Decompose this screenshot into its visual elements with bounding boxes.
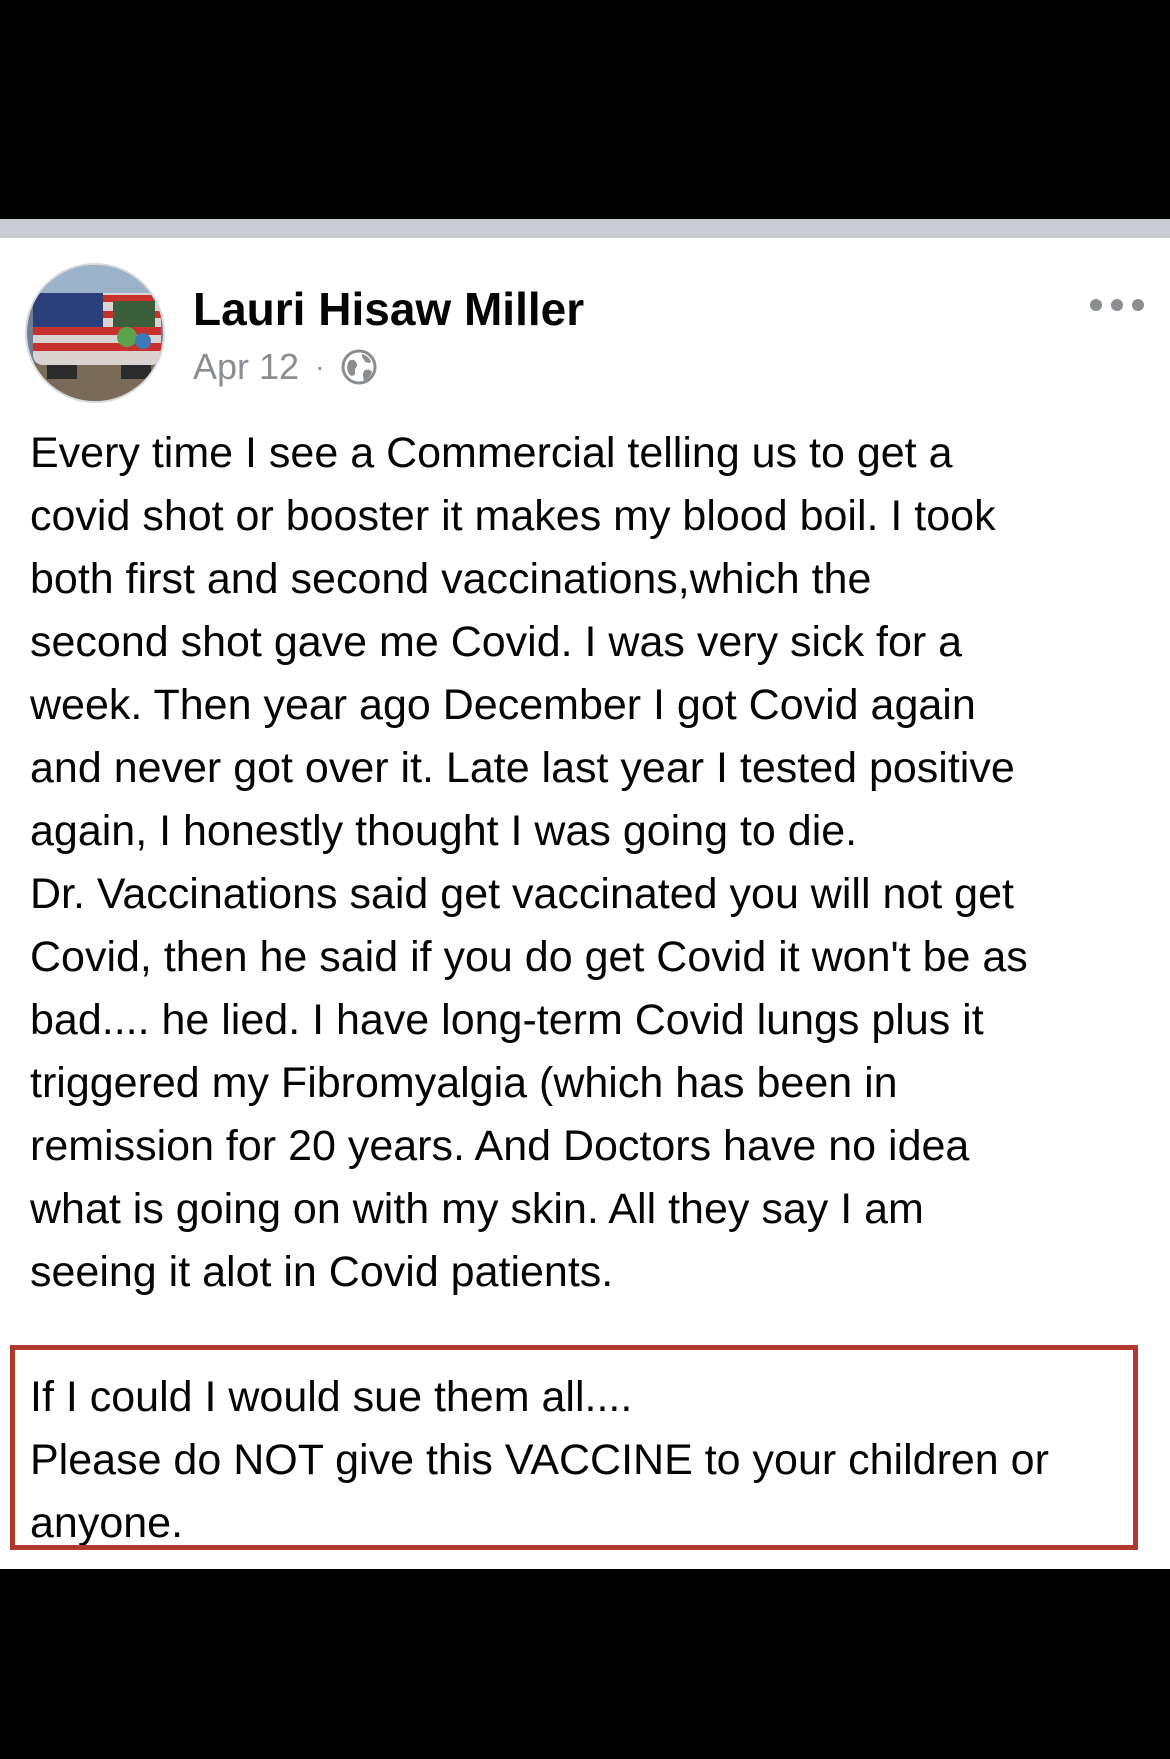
post-body-line: remission for 20 years. And Doctors have… (30, 1122, 970, 1170)
post-body-line: and never got over it. Late last year I … (30, 744, 1015, 792)
post-author-name[interactable]: Lauri Hisaw Miller (193, 282, 584, 336)
avatar[interactable] (25, 263, 165, 403)
post-body-line: both first and second vaccinations,which… (30, 555, 872, 603)
more-dot (1090, 299, 1102, 311)
post-body-line: week. Then year ago December I got Covid… (30, 681, 976, 729)
post-body-line: what is going on with my skin. All they … (30, 1185, 924, 1233)
post-body-line: second shot gave me Covid. I was very si… (30, 618, 963, 666)
post-body-line: again, I honestly thought I was going to… (30, 807, 858, 855)
post-meta: Apr 12 · (193, 345, 378, 389)
globe-icon[interactable] (340, 348, 378, 386)
post-highlighted-text: If I could I would sue them all.... Plea… (30, 1366, 1170, 1555)
feed-separator (0, 219, 1170, 238)
post-body-line: Every time I see a Commercial telling us… (30, 429, 953, 477)
post-date[interactable]: Apr 12 (193, 346, 299, 388)
more-options-button[interactable] (1090, 291, 1144, 319)
meta-separator: · (315, 351, 325, 382)
post-body-line: Covid, then he said if you do get Covid … (30, 933, 1028, 981)
post-highlight-line: Please do NOT give this VACCINE to your … (30, 1436, 1049, 1484)
post-body-line: triggered my Fibromyalgia (which has bee… (30, 1059, 898, 1107)
post-card: Lauri Hisaw Miller Apr 12 · Every time I… (0, 238, 1170, 1569)
post-highlight-line: anyone. (30, 1499, 184, 1547)
avatar-image (27, 265, 163, 401)
more-dot (1132, 299, 1144, 311)
post-body-line: bad.... he lied. I have long-term Covid … (30, 996, 984, 1044)
post-body-line: Dr. Vaccinations said get vaccinated you… (30, 870, 1014, 918)
post-body-text: Every time I see a Commercial telling us… (30, 422, 1155, 1304)
more-dot (1111, 299, 1123, 311)
post-body-line: covid shot or booster it makes my blood … (30, 492, 996, 540)
post-body-line: seeing it alot in Covid patients. (30, 1248, 614, 1296)
screenshot-stage: Lauri Hisaw Miller Apr 12 · Every time I… (0, 0, 1170, 1759)
post-highlight-line: If I could I would sue them all.... (30, 1373, 633, 1421)
